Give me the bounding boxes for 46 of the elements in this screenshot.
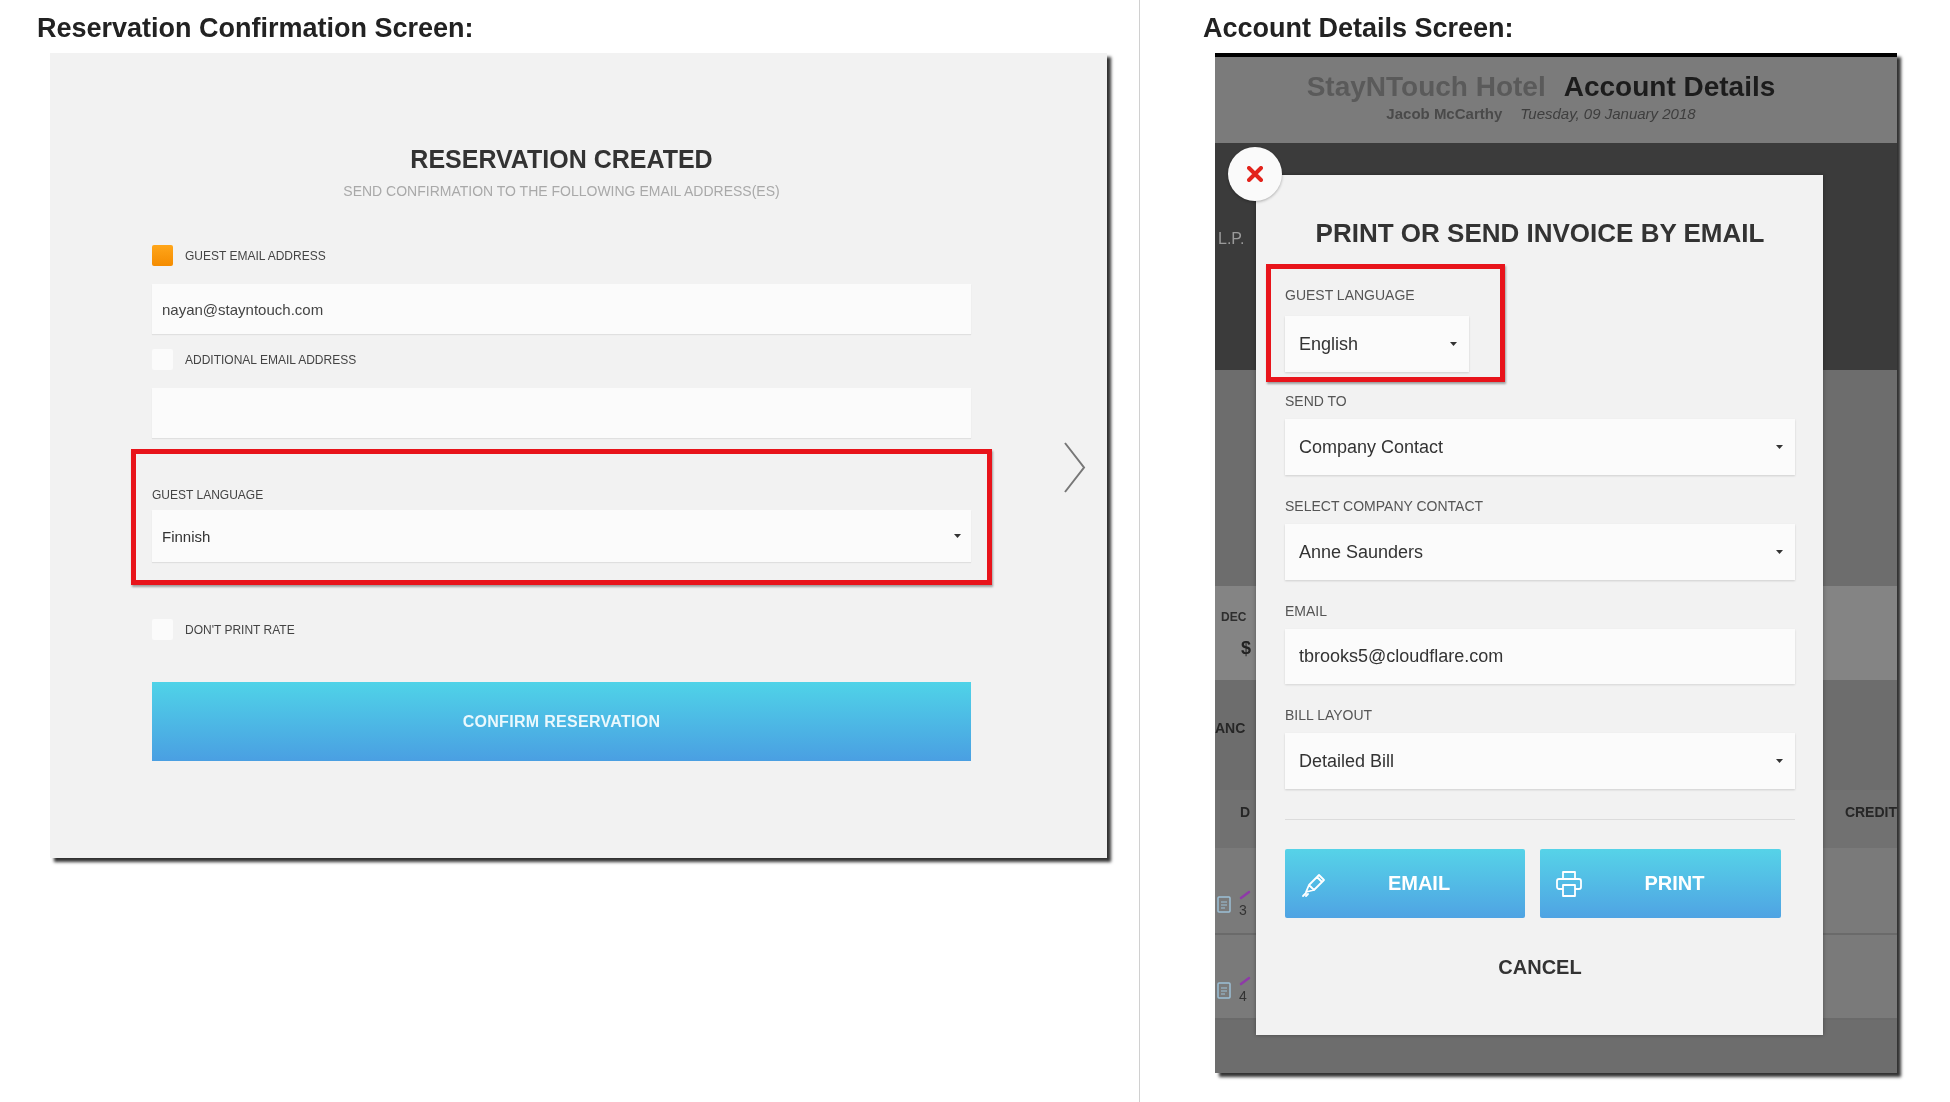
- checkbox-label: DON'T PRINT RATE: [185, 622, 295, 637]
- caret-icon: [1776, 550, 1783, 554]
- text-field[interactable]: tbrooks5@cloudflare.com: [1285, 629, 1795, 684]
- text-field[interactable]: [152, 388, 971, 438]
- caret-icon: [1776, 759, 1783, 763]
- stroke-icon: [1239, 890, 1251, 900]
- background-text: DEC: [1221, 609, 1248, 626]
- background-text: $: [1241, 640, 1251, 657]
- document-icon: [1217, 896, 1231, 913]
- field-label: GUEST LANGUAGE: [152, 488, 265, 502]
- caret-icon: [1450, 342, 1457, 346]
- document-icon: [1217, 982, 1231, 999]
- checkbox-label: GUEST EMAIL ADDRESS: [185, 248, 326, 263]
- checkbox[interactable]: [152, 245, 173, 266]
- panel-title: RESERVATION CREATED: [409, 144, 714, 175]
- background-text: D: [1240, 804, 1251, 821]
- panel-subtitle: SEND CONFIRMATION TO THE FOLLOWING EMAIL ADDRESS(ES): [342, 182, 781, 200]
- field-label: GUEST LANGUAGE: [1285, 287, 1416, 304]
- field-label: BILL LAYOUT: [1285, 707, 1374, 724]
- stroke-icon: [1239, 976, 1251, 986]
- cancel-button[interactable]: CANCEL: [1498, 957, 1582, 977]
- caret-icon: [1776, 445, 1783, 449]
- dropdown[interactable]: Anne Saunders: [1285, 524, 1795, 580]
- dropdown[interactable]: Detailed Bill: [1285, 733, 1795, 789]
- background-text: 4: [1239, 988, 1247, 1005]
- dropdown[interactable]: English: [1285, 316, 1469, 372]
- dialog-title: PRINT OR SEND INVOICE BY EMAIL: [1314, 217, 1766, 249]
- page-title: Account Details: [1563, 71, 1776, 103]
- screen-heading: Reservation Confirmation Screen:: [37, 12, 475, 44]
- chevron-right-icon[interactable]: [1063, 441, 1086, 494]
- background-text: 3: [1239, 902, 1247, 919]
- dropdown[interactable]: Finnish: [152, 510, 971, 562]
- background-text: L.P.: [1218, 230, 1245, 247]
- dropdown[interactable]: Company Contact: [1285, 419, 1795, 475]
- caret-icon: [954, 534, 961, 538]
- background-text: CREDIT: [1844, 804, 1897, 822]
- field-label: EMAIL: [1285, 603, 1328, 620]
- background-text: ANC: [1215, 720, 1246, 737]
- screen-heading: Account Details Screen:: [1203, 12, 1515, 44]
- close-icon: [1247, 166, 1263, 182]
- checkbox-label: ADDITIONAL EMAIL ADDRESS: [185, 352, 357, 367]
- field-label: SELECT COMPANY CONTACT: [1285, 498, 1485, 515]
- date-text: Tuesday, 09 January 2018: [1520, 105, 1696, 123]
- field-label: SEND TO: [1285, 393, 1348, 410]
- text-field[interactable]: nayan@stayntouch.com: [152, 284, 971, 334]
- printer-icon: [1554, 868, 1584, 899]
